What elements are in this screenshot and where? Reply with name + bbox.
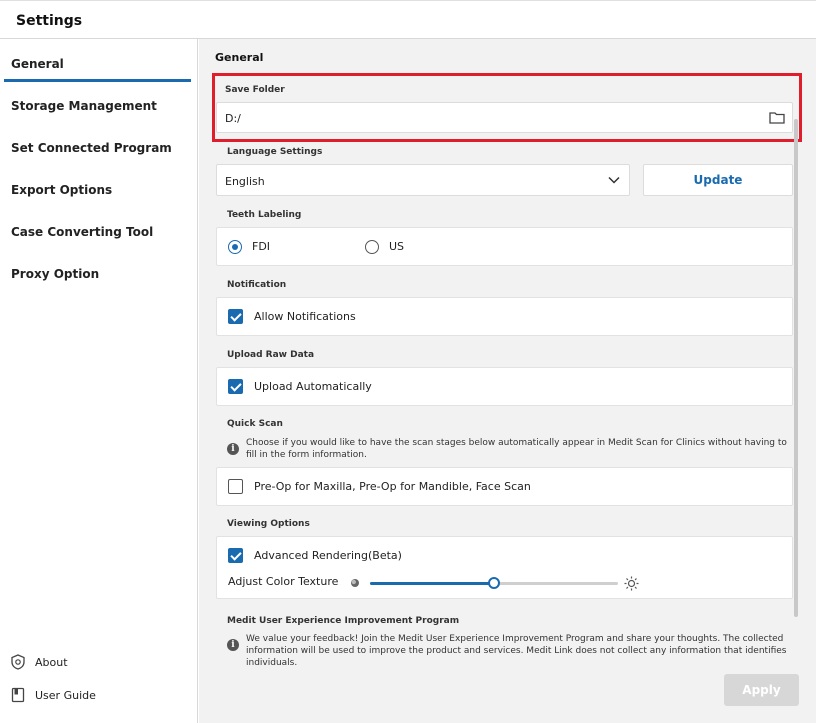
quick-scan-card: Pre-Op for Maxilla, Pre-Op for Mandible,… — [216, 467, 793, 506]
radio-fdi-label: FDI — [252, 240, 271, 253]
sidebar-item-export-options[interactable]: Export Options — [0, 169, 198, 211]
upload-raw-card: Upload Automatically — [216, 367, 793, 406]
scrollbar[interactable] — [794, 119, 798, 617]
radio-us-label: US — [389, 240, 405, 253]
sidebar: General Storage Management Set Connected… — [0, 39, 198, 723]
quick-scan-info: Choose if you would like to have the sca… — [246, 438, 787, 460]
chevron-down-icon — [608, 176, 620, 184]
settings-panel: General Save Folder D:/ Language Setting… — [199, 39, 816, 723]
viewing-options-label: Viewing Options — [227, 519, 310, 529]
about-link[interactable]: About — [11, 651, 68, 673]
brightness-icon — [624, 576, 639, 591]
window-title: Settings — [16, 13, 83, 29]
sidebar-item-label: Set Connected Program — [11, 141, 172, 155]
sidebar-item-general[interactable]: General — [0, 43, 198, 85]
language-select[interactable]: English — [216, 164, 630, 196]
language-label: Language Settings — [227, 147, 323, 157]
allow-notifications-checkbox[interactable] — [228, 309, 243, 324]
advanced-rendering-label: Advanced Rendering(Beta) — [254, 549, 402, 562]
sidebar-item-label: Export Options — [11, 183, 113, 197]
user-guide-label: User Guide — [35, 688, 96, 702]
radio-us[interactable] — [365, 240, 379, 254]
teeth-labeling-card: FDI US — [216, 227, 793, 266]
slider-thumb[interactable] — [488, 577, 500, 589]
section-title: General — [215, 51, 264, 64]
slider-fill — [370, 582, 494, 585]
dim-icon — [351, 579, 359, 587]
title-bar: Settings — [0, 0, 816, 39]
sidebar-item-storage-management[interactable]: Storage Management — [0, 85, 198, 127]
improvement-label: Medit User Experience Improvement Progra… — [227, 616, 460, 626]
sidebar-item-label: General — [11, 57, 64, 71]
viewing-options-card: Advanced Rendering(Beta) Adjust Color Te… — [216, 536, 793, 599]
teeth-labeling-label: Teeth Labeling — [227, 210, 302, 220]
notification-card: Allow Notifications — [216, 297, 793, 336]
user-guide-link[interactable]: User Guide — [11, 684, 96, 706]
info-icon: i — [227, 639, 239, 651]
quick-scan-option-label: Pre-Op for Maxilla, Pre-Op for Mandible,… — [254, 480, 531, 493]
sidebar-item-case-converting-tool[interactable]: Case Converting Tool — [0, 211, 198, 253]
sidebar-item-label: Storage Management — [11, 99, 157, 113]
quick-scan-checkbox[interactable] — [228, 479, 243, 494]
apply-button[interactable]: Apply — [724, 674, 799, 706]
sidebar-item-label: Proxy Option — [11, 267, 100, 281]
radio-fdi[interactable] — [228, 240, 242, 254]
advanced-rendering-checkbox[interactable] — [228, 548, 243, 563]
allow-notifications-label: Allow Notifications — [254, 310, 356, 323]
sidebar-item-proxy-option[interactable]: Proxy Option — [0, 253, 198, 295]
color-texture-slider[interactable] — [370, 577, 618, 589]
improvement-info: We value your feedback! Join the Medit U… — [246, 634, 787, 668]
quick-scan-label: Quick Scan — [227, 419, 283, 429]
info-icon: i — [227, 443, 239, 455]
update-button[interactable]: Update — [643, 164, 793, 196]
notification-label: Notification — [227, 280, 287, 290]
sidebar-item-set-connected-program[interactable]: Set Connected Program — [0, 127, 198, 169]
sidebar-item-label: Case Converting Tool — [11, 225, 154, 239]
upload-automatically-checkbox[interactable] — [228, 379, 243, 394]
adjust-color-texture-label: Adjust Color Texture — [228, 575, 339, 588]
upload-automatically-label: Upload Automatically — [254, 380, 372, 393]
book-icon — [11, 687, 25, 703]
language-value: English — [225, 175, 265, 188]
upload-raw-label: Upload Raw Data — [227, 350, 315, 360]
highlight-box — [212, 73, 802, 142]
shield-icon — [11, 654, 25, 670]
about-label: About — [35, 655, 68, 669]
